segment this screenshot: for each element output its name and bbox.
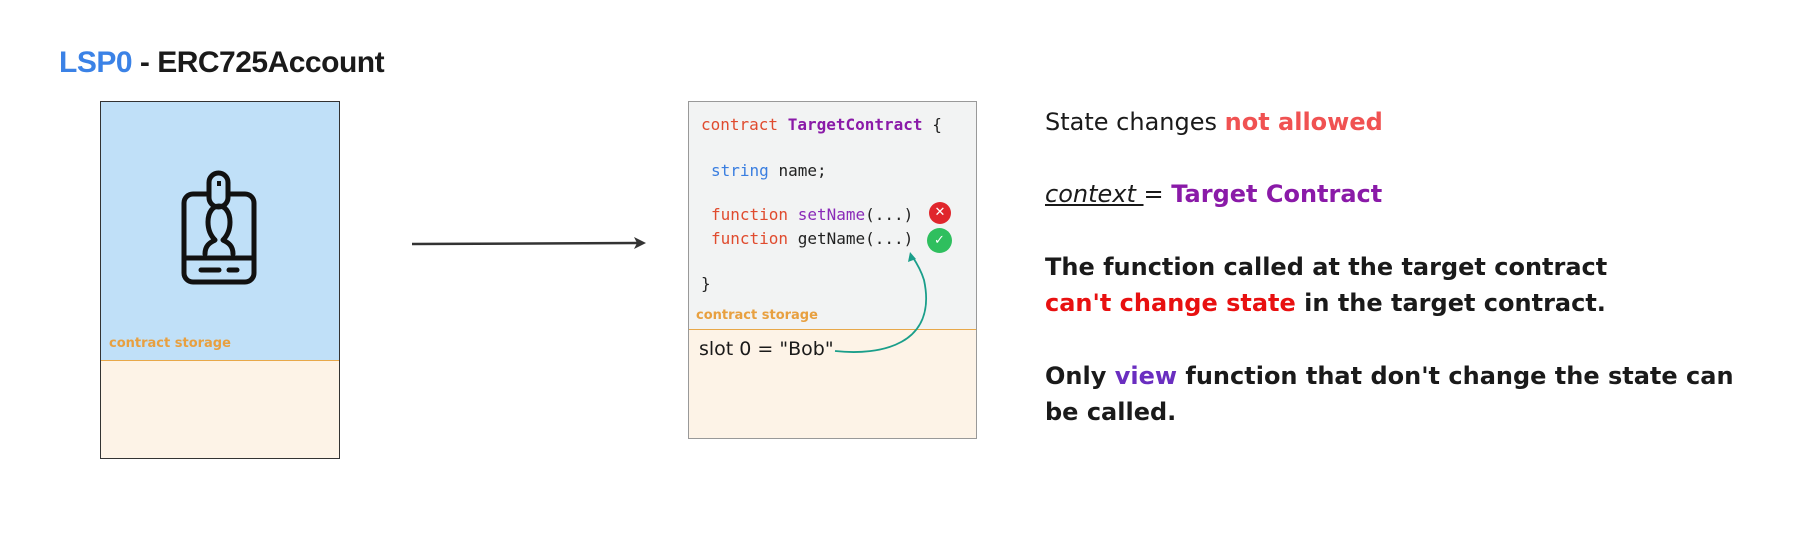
keyword-contract: contract [701,115,779,134]
state-change-line: State changes not allowed [1045,108,1383,136]
type-string: string [711,161,769,180]
code-line-contract: contract TargetContract { [701,115,942,134]
account-storage-label: contract storage [109,336,231,351]
paragraph2-line1: Only view function that don't change the… [1045,362,1734,390]
contract-storage-label: contract storage [696,308,818,323]
function-name-setname: setName [797,205,866,224]
context-label: context [1045,180,1144,208]
function-args: (...) [865,205,914,224]
function-name-getname: getName [797,229,866,248]
context-equals: = [1143,180,1172,208]
code-line-getname: function getName(...) [711,229,913,248]
read-storage-arrow-icon [834,252,927,353]
view-keyword: view [1114,362,1178,390]
code-line-setname: function setName(...) [711,205,913,224]
function-args: (...) [865,229,914,248]
state-changes-text: State changes [1045,108,1225,136]
only-text: Only [1045,362,1115,390]
title-account-name: - ERC725Account [132,46,385,79]
erc725-account-box: contract storage [100,101,340,459]
var-name: name; [778,161,827,180]
storage-slot-0: slot 0 = "Bob" [699,338,834,360]
open-brace: { [932,115,942,134]
account-code-area: contract storage [101,102,339,361]
cant-change-state-text: can't change state [1045,289,1296,317]
paragraph1-rest: in the target contract. [1295,289,1606,317]
right-arrow-icon [411,237,646,249]
contract-name: TargetContract [787,115,923,134]
close-brace: } [701,274,711,293]
error-x-icon: ✕ [929,202,951,224]
keyword-function: function [711,205,789,224]
paragraph2-line2: be called. [1045,398,1177,426]
page-title: LSP0 - ERC725Account [59,46,385,80]
not-allowed-text: not allowed [1224,108,1383,136]
code-line-state-var: string name; [711,161,827,180]
paragraph1-line2: can't change state in the target contrac… [1045,289,1606,317]
paragraph2-rest: function that don't change the state can [1177,362,1734,390]
title-lsp0: LSP0 [59,46,133,79]
paragraph1-line1: The function called at the target contra… [1045,253,1608,281]
context-line: context = Target Contract [1045,180,1382,208]
keyword-function: function [711,229,789,248]
context-value: Target Contract [1171,180,1383,208]
code-line-close: } [701,274,711,293]
id-badge-icon [181,170,257,285]
